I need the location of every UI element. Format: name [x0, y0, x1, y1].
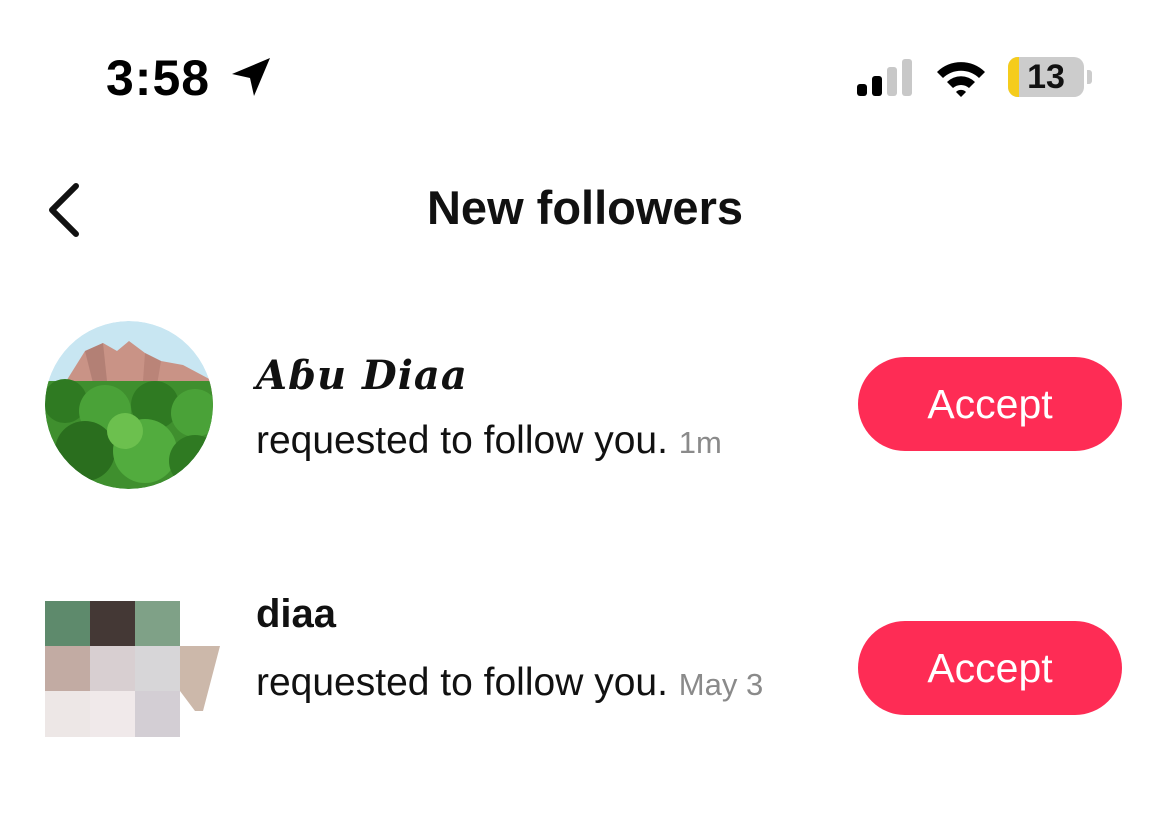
- avatar[interactable]: [45, 601, 220, 737]
- location-arrow-icon: [232, 58, 270, 96]
- username[interactable]: Aɓu Diaa: [256, 352, 468, 400]
- request-time: 1m: [678, 425, 722, 460]
- cellular-signal-icon: [857, 59, 912, 96]
- request-description: requested to follow you. May 3: [256, 658, 816, 710]
- username[interactable]: diaa: [256, 590, 336, 638]
- request-time: May 3: [678, 667, 764, 702]
- request-message: requested to follow you.: [256, 419, 668, 462]
- page-title: New followers: [426, 181, 743, 234]
- wifi-icon: [937, 62, 985, 97]
- avatar[interactable]: [45, 321, 213, 489]
- status-time: 3:58: [106, 50, 211, 106]
- request-message: requested to follow you.: [256, 661, 668, 704]
- accept-button[interactable]: Accept: [858, 621, 1122, 715]
- request-description: requested to follow you. 1m: [256, 416, 816, 468]
- battery-level: 13: [1027, 58, 1065, 96]
- accept-button[interactable]: Accept: [858, 357, 1122, 451]
- battery-icon: 13: [1008, 57, 1084, 97]
- battery-nub: [1087, 70, 1092, 84]
